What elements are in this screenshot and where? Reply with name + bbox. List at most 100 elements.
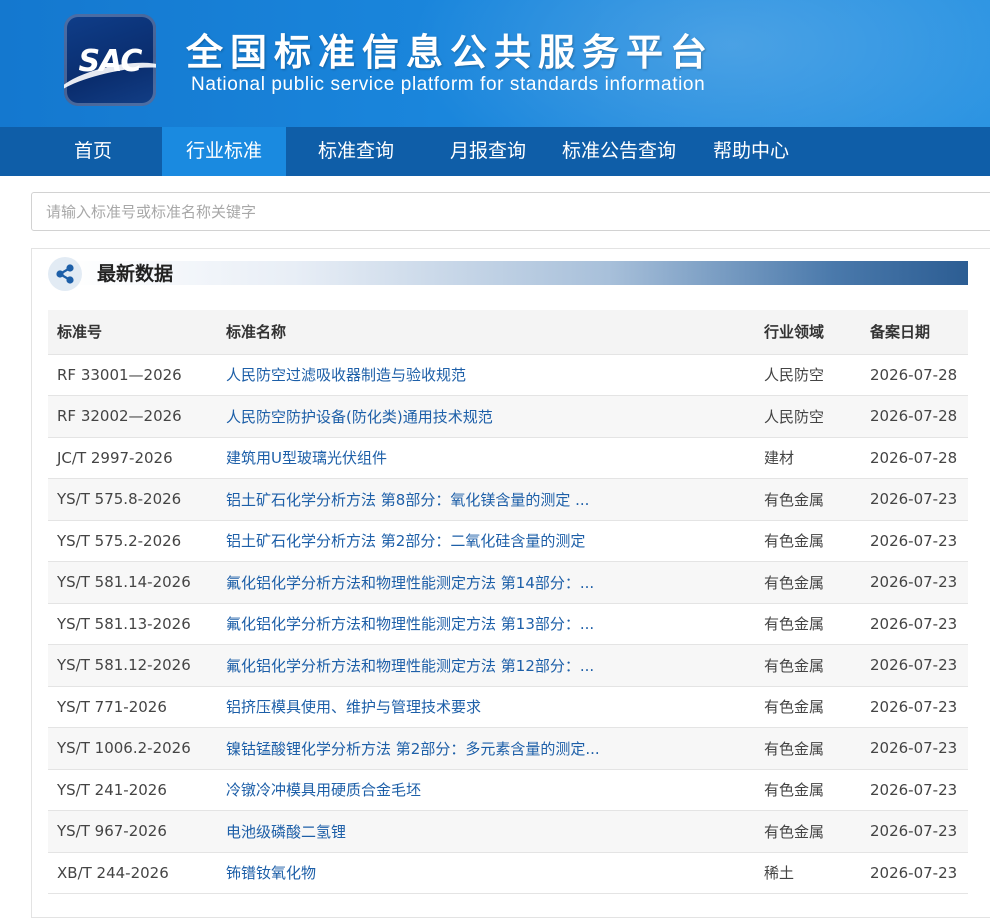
industry-field-cell: 人民防空 [764,354,870,396]
col-header-name: 标准名称 [226,310,764,355]
col-header-date: 备案日期 [870,310,968,355]
sac-logo[interactable]: SAC [64,14,156,106]
standard-code-cell: RF 33001—2026 [48,354,226,396]
standard-name-cell: 铝土矿石化学分析方法 第8部分：氧化镁含量的测定 ... [226,478,764,521]
standard-name-link[interactable]: 建筑用U型玻璃光伏组件 [226,447,618,468]
standard-name-link[interactable]: 氟化铝化学分析方法和物理性能测定方法 第14部分：... [226,572,618,593]
nav-announcement-search[interactable]: 标准公告查询 [556,127,682,176]
filing-date-cell: 2026-07-23 [870,769,968,811]
section-gradient-bar [68,261,968,285]
standard-name-link[interactable]: 铝土矿石化学分析方法 第8部分：氧化镁含量的测定 ... [226,489,618,510]
table-row: YS/T 1006.2-2026 镍钴锰酸锂化学分析方法 第2部分：多元素含量的测… [48,727,968,770]
filing-date-cell: 2026-07-23 [870,810,968,853]
table-row: YS/T 581.14-2026 氟化铝化学分析方法和物理性能测定方法 第14部分… [48,561,968,604]
industry-field-cell: 有色金属 [764,727,870,770]
latest-data-panel: 最新数据 标准号 标准名称 行业领域 备案日期 RF 33001—2026 人民防… [31,248,990,918]
table-row: YS/T 581.13-2026 氟化铝化学分析方法和物理性能测定方法 第13部分… [48,603,968,645]
standard-name-link[interactable]: 冷镦冷冲模具用硬质合金毛坯 [226,779,618,800]
standard-code-cell: JC/T 2997-2026 [48,437,226,479]
standard-code-cell: YS/T 241-2026 [48,769,226,811]
standard-name-link[interactable]: 人民防空防护设备(防化类)通用技术规范 [226,406,618,427]
table-row: YS/T 575.8-2026 铝土矿石化学分析方法 第8部分：氧化镁含量的测定 … [48,478,968,521]
standard-name-cell: 氟化铝化学分析方法和物理性能测定方法 第14部分：... [226,561,764,604]
filing-date-cell: 2026-07-28 [870,354,968,396]
nav-home[interactable]: 首页 [42,127,144,176]
standard-name-cell: 电池级磷酸二氢锂 [226,810,764,853]
standard-name-link[interactable]: 钸镨钕氧化物 [226,862,618,883]
standard-name-cell: 铝挤压模具使用、维护与管理技术要求 [226,686,764,728]
industry-field-cell: 人民防空 [764,395,870,438]
col-header-field: 行业领域 [764,310,870,355]
standard-name-link[interactable]: 氟化铝化学分析方法和物理性能测定方法 第13部分：... [226,613,618,634]
table-row: YS/T 575.2-2026 铝土矿石化学分析方法 第2部分：二氧化硅含量的测定… [48,520,968,562]
standard-code-cell: YS/T 575.2-2026 [48,520,226,562]
industry-field-cell: 有色金属 [764,644,870,687]
industry-field-cell: 有色金属 [764,478,870,521]
site-title: 全国标准信息公共服务平台 [186,31,714,74]
industry-field-cell: 稀土 [764,852,870,894]
filing-date-cell: 2026-07-23 [870,644,968,687]
standard-code-cell: YS/T 1006.2-2026 [48,727,226,770]
standard-name-link[interactable]: 铝土矿石化学分析方法 第2部分：二氧化硅含量的测定 [226,530,618,551]
filing-date-cell: 2026-07-23 [870,478,968,521]
standard-code-cell: YS/T 771-2026 [48,686,226,728]
standard-name-cell: 镍钴锰酸锂化学分析方法 第2部分：多元素含量的测定... [226,727,764,770]
standard-code-cell: YS/T 581.13-2026 [48,603,226,645]
standard-name-cell: 铝土矿石化学分析方法 第2部分：二氧化硅含量的测定 [226,520,764,562]
standard-name-cell: 氟化铝化学分析方法和物理性能测定方法 第13部分：... [226,603,764,645]
share-icon [48,257,82,291]
filing-date-cell: 2026-07-23 [870,686,968,728]
industry-field-cell: 有色金属 [764,686,870,728]
standard-name-cell: 人民防空过滤吸收器制造与验收规范 [226,354,764,396]
site-header: SAC 全国标准信息公共服务平台 National public service… [0,0,990,127]
industry-field-cell: 建材 [764,437,870,479]
section-title: 最新数据 [97,263,174,285]
standard-name-cell: 氟化铝化学分析方法和物理性能测定方法 第12部分：... [226,644,764,687]
industry-field-cell: 有色金属 [764,603,870,645]
standard-code-cell: RF 32002—2026 [48,395,226,438]
standards-table: 标准号 标准名称 行业领域 备案日期 RF 33001—2026 人民防空过滤吸收… [48,310,968,894]
table-row: RF 33001—2026 人民防空过滤吸收器制造与验收规范 人民防空 2026-07… [48,354,968,396]
table-row: XB/T 244-2026 钸镨钕氧化物 稀土 2026-07-23 [48,852,968,894]
standard-code-cell: YS/T 575.8-2026 [48,478,226,521]
standard-name-link[interactable]: 电池级磷酸二氢锂 [226,821,618,842]
filing-date-cell: 2026-07-23 [870,852,968,894]
logo-text: SAC [78,44,143,79]
table-row: YS/T 967-2026 电池级磷酸二氢锂 有色金属 2026-07-23 [48,810,968,853]
filing-date-cell: 2026-07-28 [870,395,968,438]
filing-date-cell: 2026-07-23 [870,727,968,770]
standard-name-link[interactable]: 镍钴锰酸锂化学分析方法 第2部分：多元素含量的测定... [226,738,618,759]
standard-name-cell: 钸镨钕氧化物 [226,852,764,894]
industry-field-cell: 有色金属 [764,810,870,853]
table-row: YS/T 241-2026 冷镦冷冲模具用硬质合金毛坯 有色金属 2026-07-23 [48,769,968,811]
industry-field-cell: 有色金属 [764,520,870,562]
nav-monthly-report[interactable]: 月报查询 [432,127,544,176]
filing-date-cell: 2026-07-23 [870,603,968,645]
table-row: JC/T 2997-2026 建筑用U型玻璃光伏组件 建材 2026-07-28 [48,437,968,479]
nav-standard-search[interactable]: 标准查询 [300,127,412,176]
filing-date-cell: 2026-07-23 [870,561,968,604]
main-nav: 首页 行业标准 标准查询 月报查询 标准公告查询 帮助中心 [0,127,990,176]
industry-field-cell: 有色金属 [764,561,870,604]
search-input[interactable] [46,193,946,230]
table-row: YS/T 581.12-2026 氟化铝化学分析方法和物理性能测定方法 第12部分… [48,644,968,687]
standard-name-cell: 建筑用U型玻璃光伏组件 [226,437,764,479]
nav-industry-standards[interactable]: 行业标准 [162,127,286,176]
filing-date-cell: 2026-07-28 [870,437,968,479]
standard-name-cell: 人民防空防护设备(防化类)通用技术规范 [226,395,764,438]
col-header-code: 标准号 [48,310,226,355]
standard-code-cell: YS/T 967-2026 [48,810,226,853]
standard-name-link[interactable]: 氟化铝化学分析方法和物理性能测定方法 第12部分：... [226,655,618,676]
industry-field-cell: 有色金属 [764,769,870,811]
standard-code-cell: YS/T 581.12-2026 [48,644,226,687]
standard-code-cell: YS/T 581.14-2026 [48,561,226,604]
section-header: 最新数据 [48,257,968,295]
table-row: YS/T 771-2026 铝挤压模具使用、维护与管理技术要求 有色金属 2026-0… [48,686,968,728]
standard-code-cell: XB/T 244-2026 [48,852,226,894]
search-box [31,192,990,231]
site-subtitle: National public service platform for sta… [191,74,706,95]
standard-name-link[interactable]: 人民防空过滤吸收器制造与验收规范 [226,364,618,385]
table-header-row: 标准号 标准名称 行业领域 备案日期 [48,310,968,355]
standard-name-link[interactable]: 铝挤压模具使用、维护与管理技术要求 [226,696,618,717]
nav-help-center[interactable]: 帮助中心 [700,127,802,176]
